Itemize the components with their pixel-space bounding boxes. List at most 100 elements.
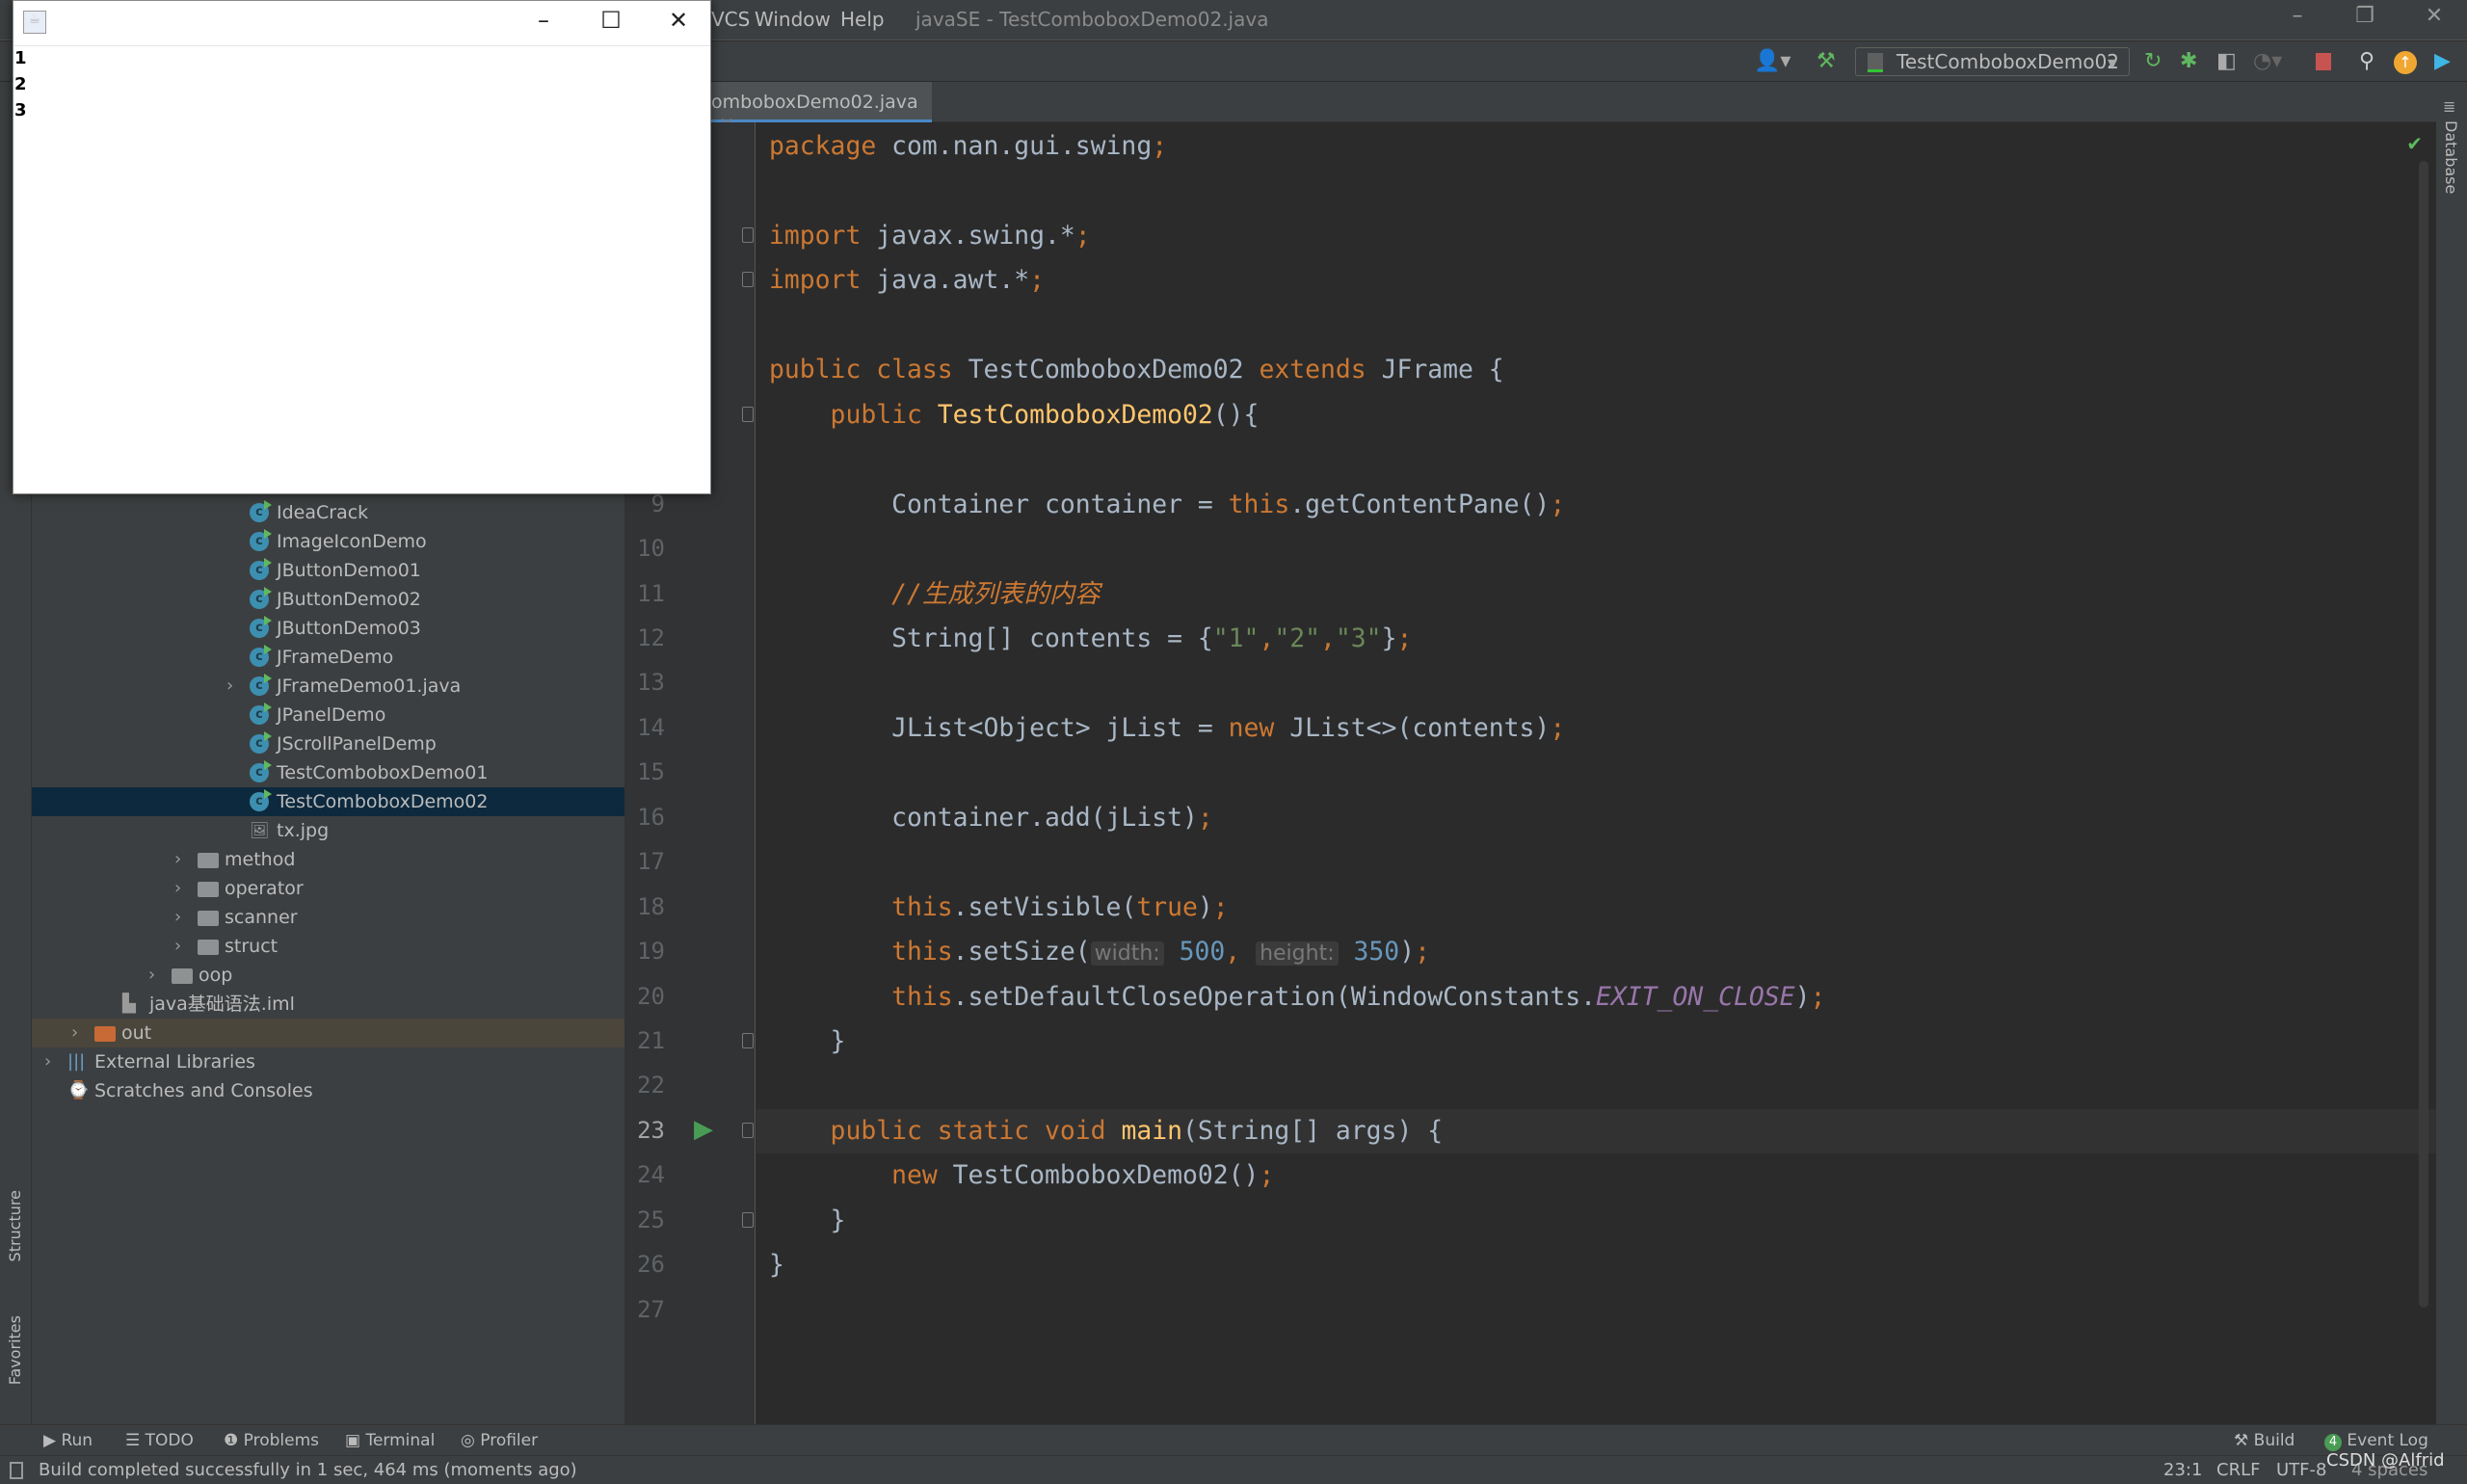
code-token: java.awt.* [876,265,1030,296]
java-close-button[interactable]: ✕ [654,7,703,34]
code-line: this.setVisible(true); [769,886,1229,930]
tool-windows-toggle-icon[interactable] [10,1462,23,1479]
tree-item[interactable]: c JButtonDemo03 [32,614,624,643]
tree-item[interactable]: 🖼 tx.jpg [32,816,624,845]
caret-position[interactable]: 23:1 [2163,1460,2202,1480]
fold-marker-icon[interactable] [742,1033,754,1048]
tab-testcomboboxdemo02[interactable]: omboboxDemo02.java × [703,82,932,134]
java-class-icon: c [250,674,272,696]
fold-marker-icon[interactable] [742,226,754,243]
chevron-right-icon[interactable]: › [71,1019,78,1047]
tree-item-label: tx.jpg [277,820,330,841]
tree-item[interactable]: › ||| External Libraries [32,1047,624,1076]
tree-item[interactable]: › method [32,845,624,874]
chevron-right-icon[interactable]: › [174,845,181,874]
build-hammer-icon[interactable]: ⚒ [1817,49,1836,73]
code-token: } [1381,623,1397,653]
chevron-right-icon[interactable]: › [148,961,155,990]
profiler-tool-button[interactable]: ◎ Profiler [461,1431,538,1450]
tree-item-label: JFrameDemo [277,647,394,668]
profile-icon[interactable]: ◔▾ [2253,49,2282,73]
event-log-button[interactable]: 4 Event Log [2324,1431,2428,1451]
close-button[interactable]: ✕ [2415,4,2454,28]
menu-help[interactable]: Help [840,8,885,31]
tree-item[interactable]: c ImageIconDemo [32,527,624,556]
tree-item[interactable]: c TestComboboxDemo02 [32,787,624,816]
menu-vcs[interactable]: VCS [711,8,750,31]
restore-button[interactable]: ❐ [2346,4,2384,28]
line-number: 11 [637,579,665,607]
run-gutter-icon[interactable]: ▶ [694,1115,713,1144]
code-token: .setDefaultCloseOperation(WindowConstant… [952,981,1596,1012]
debug-bug-icon[interactable]: ✱ [2180,49,2197,73]
line-number: 16 [637,803,665,831]
stop-icon[interactable] [2316,53,2331,70]
toolbox-icon[interactable]: ▶ [2434,49,2451,73]
minimize-button[interactable]: – [2278,4,2317,28]
fold-marker-icon[interactable] [742,1122,754,1138]
java-minimize-button[interactable]: – [519,7,568,34]
tree-item[interactable]: › scanner [32,903,624,932]
code-token: container.add(jList) [769,802,1198,833]
tree-item[interactable]: c JScrollPanelDemp [32,729,624,758]
package-folder-icon [198,853,219,868]
update-icon[interactable]: ↑ [2394,51,2417,74]
tree-item[interactable]: c JFrameDemo [32,643,624,672]
database-tool-button[interactable]: Database [2442,120,2460,194]
list-item[interactable]: 3 [14,100,27,120]
tree-item[interactable]: › oop [32,961,624,990]
coverage-icon[interactable]: ◧ [2216,49,2237,73]
parameter-hint: height: [1256,941,1339,967]
tree-item[interactable]: › c JFrameDemo01.java [32,672,624,701]
chevron-right-icon[interactable]: › [174,932,181,961]
chevron-right-icon[interactable]: › [174,874,181,903]
terminal-tool-button[interactable]: ▣ Terminal [345,1431,435,1450]
run-tool-button[interactable]: ▶ Run [43,1431,93,1450]
tree-item-label: JButtonDemo02 [277,589,421,610]
build-tool-button[interactable]: ⚒ Build [2234,1431,2295,1450]
code-line: public static void main(String[] args) { [769,1109,1444,1153]
chevron-right-icon[interactable]: › [174,903,181,932]
fold-marker-icon[interactable] [742,406,754,422]
favorites-tool-button[interactable]: Favorites [6,1315,24,1385]
menu-window[interactable]: Window [755,8,831,31]
line-separator[interactable]: CRLF [2216,1460,2260,1480]
java-maximize-button[interactable]: ☐ [587,7,635,34]
fold-marker-icon[interactable] [742,1211,754,1228]
run-configuration-select[interactable]: TestComboboxDemo02 ▾ [1855,47,2130,76]
code-token: } [769,1026,846,1056]
structure-tool-button[interactable]: Structure [6,1190,24,1261]
rerun-icon[interactable]: ↻ [2144,49,2162,73]
tree-item[interactable]: › out [32,1019,624,1047]
run-label: Run [61,1431,93,1450]
tree-item[interactable]: c JPanelDemo [32,701,624,729]
profiler-icon: ◎ [461,1431,481,1450]
tree-item[interactable]: ⌚ Scratches and Consoles [32,1076,624,1105]
code-editor[interactable]: ✔ package com.nan.gui.swing; import javax… [756,122,2436,1424]
list-item[interactable]: 1 [14,48,27,68]
package-folder-icon [172,968,193,984]
file-encoding[interactable]: UTF-8 [2276,1460,2326,1480]
tree-item[interactable]: › operator [32,874,624,903]
tree-item[interactable]: c JButtonDemo01 [32,556,624,585]
tree-item[interactable]: › struct [32,932,624,961]
list-item[interactable]: 2 [14,74,27,94]
fold-marker-icon[interactable] [742,272,754,288]
user-icon[interactable]: 👤▾ [1754,49,1791,73]
tree-item[interactable]: ▙ java基础语法.iml [32,990,624,1019]
java-class-icon: c [250,702,272,725]
search-icon[interactable]: ⚲ [2359,49,2374,73]
tree-item[interactable]: c TestComboboxDemo01 [32,758,624,787]
code-token: new [1228,712,1290,743]
chevron-right-icon[interactable]: › [44,1047,51,1076]
code-token: com.nan.gui.swing [891,131,1153,161]
list-icon: ☰ [125,1431,146,1450]
tree-item[interactable]: c JButtonDemo02 [32,585,624,614]
editor-scrollbar[interactable] [2419,161,2428,1308]
problems-tool-button[interactable]: ❶ Problems [224,1431,319,1450]
code-token: TestComboboxDemo02 [937,399,1213,430]
todo-tool-button[interactable]: ☰ TODO [125,1431,194,1450]
tree-item[interactable]: c IdeaCrack [32,498,624,527]
java-class-icon: c [250,529,272,551]
chevron-right-icon[interactable]: › [226,672,233,701]
